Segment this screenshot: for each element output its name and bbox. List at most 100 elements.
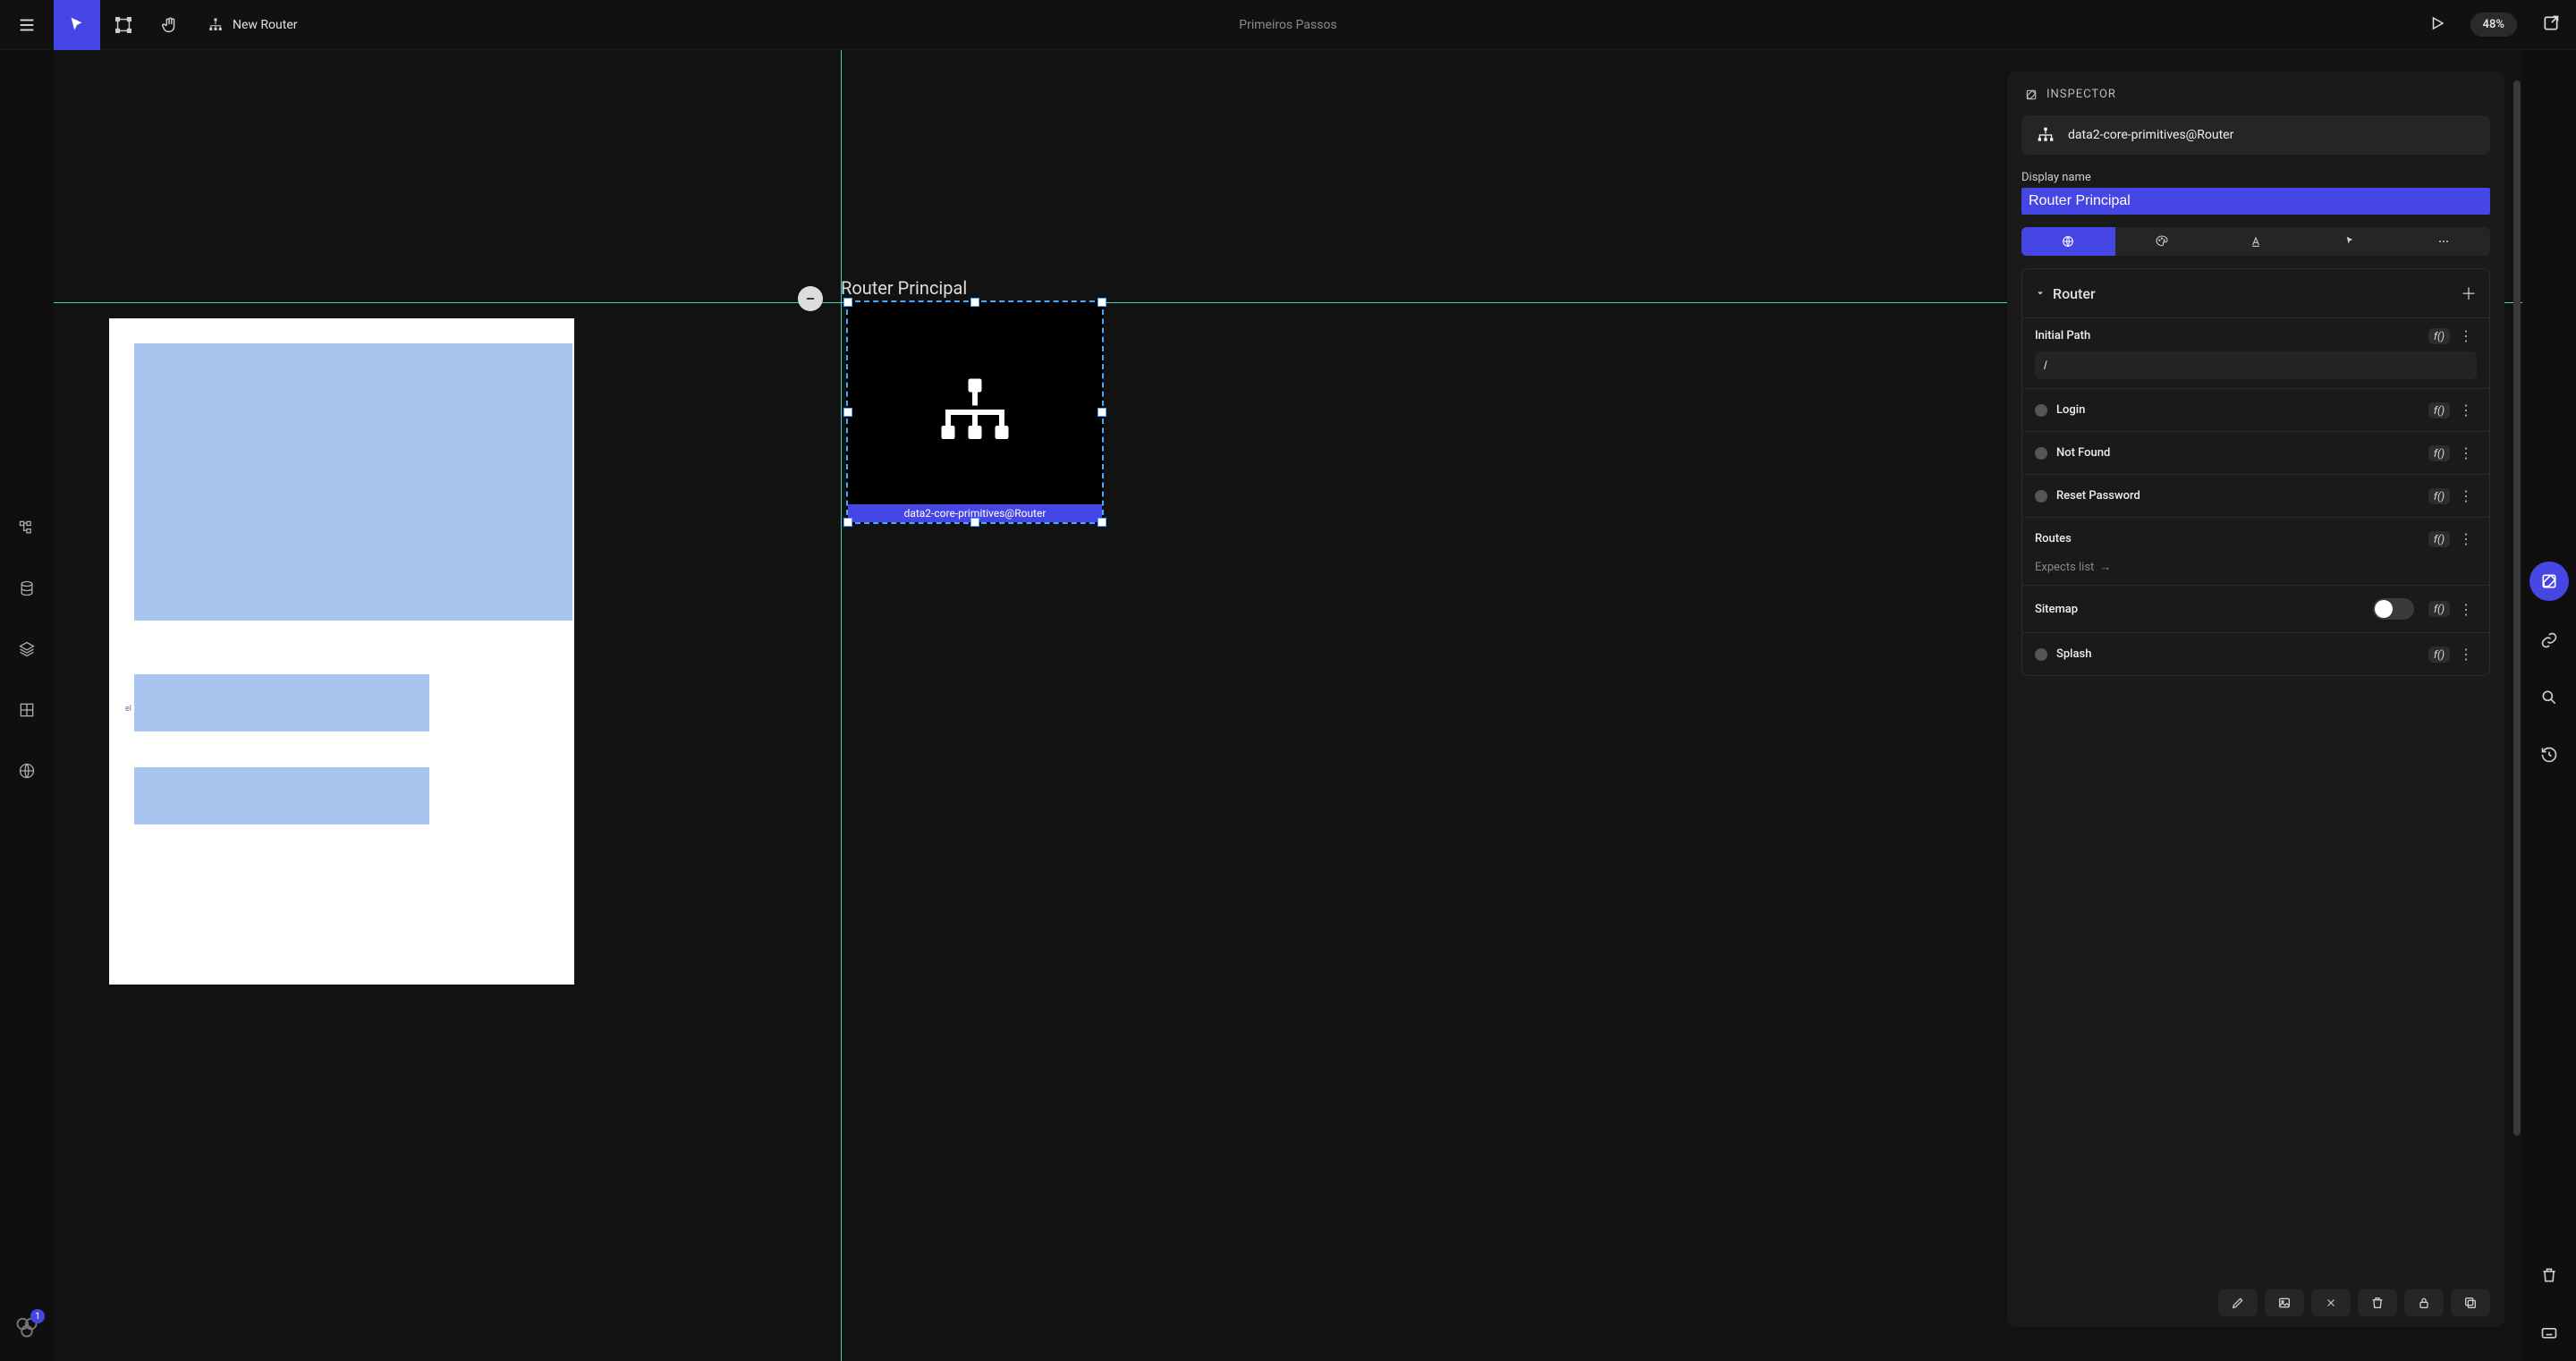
resize-handle[interactable] (970, 298, 979, 307)
initial-path-input[interactable] (2035, 351, 2477, 379)
inspector-panel: INSPECTOR data2-core-primitives@Router D… (2007, 72, 2504, 1327)
thumbnail-label: el (125, 705, 131, 714)
prop-label: Reset Password (2056, 489, 2140, 503)
thumbnail-block (134, 674, 429, 731)
collaborator-count: 1 (30, 1309, 45, 1323)
prop-label: Not Found (2056, 446, 2110, 460)
inspector-title: INSPECTOR (2046, 88, 2116, 101)
prop-not-found[interactable]: Not Found f() ⋮ (2022, 431, 2489, 474)
prop-label: Splash (2056, 647, 2091, 661)
display-name-label: Display name (2021, 171, 2490, 184)
close-button[interactable] (2311, 1289, 2351, 1316)
fx-button[interactable]: f() (2428, 647, 2450, 663)
router-node-body[interactable]: data2-core-primitives@Router (846, 300, 1104, 524)
grid-panel-button[interactable] (9, 692, 45, 728)
page-thumbnail[interactable]: el (109, 318, 574, 985)
resize-handle[interactable] (970, 518, 979, 527)
tree-panel-button[interactable] (9, 510, 45, 545)
status-dot-icon (2035, 447, 2047, 460)
prop-label: Initial Path (2035, 329, 2090, 342)
arrow-right-icon: → (2099, 560, 2111, 574)
image-button[interactable] (2265, 1289, 2304, 1316)
resize-handle[interactable] (1097, 518, 1106, 527)
prop-sitemap[interactable]: Sitemap f() ⋮ (2022, 585, 2489, 632)
scrollbar-thumb[interactable] (2513, 80, 2521, 1136)
collapse-node-button[interactable] (798, 286, 823, 311)
prop-reset-password[interactable]: Reset Password f() ⋮ (2022, 474, 2489, 517)
tab-text[interactable] (2209, 227, 2303, 256)
prop-routes[interactable]: Routes f() ⋮ (2022, 517, 2489, 560)
data-panel-button[interactable] (9, 571, 45, 606)
play-button[interactable] (2429, 15, 2445, 35)
prop-menu-button[interactable]: ⋮ (2455, 646, 2477, 663)
zoom-level[interactable]: 48% (2470, 13, 2517, 37)
new-router-label: New Router (233, 18, 297, 32)
inspector-footer (2021, 1279, 2490, 1316)
add-property-button[interactable]: ＋ (2461, 282, 2477, 305)
resize-handle[interactable] (1097, 298, 1106, 307)
fx-button[interactable]: f() (2428, 488, 2450, 504)
resize-handle[interactable] (843, 408, 852, 417)
edit-button[interactable] (2218, 1289, 2258, 1316)
keyboard-button[interactable] (2531, 1315, 2567, 1350)
component-type-label: data2-core-primitives@Router (2068, 128, 2233, 142)
section-header[interactable]: Router ＋ (2022, 269, 2489, 317)
copy-button[interactable] (2451, 1289, 2490, 1316)
edit-mode-button[interactable] (2529, 562, 2569, 601)
prop-login[interactable]: Login f()⋮ (2022, 388, 2489, 431)
routes-hint-text: Expects list (2035, 561, 2094, 574)
tab-style[interactable] (2115, 227, 2209, 256)
resize-handle[interactable] (1097, 408, 1106, 417)
chevron-down-icon (2035, 288, 2046, 299)
tab-more[interactable] (2396, 227, 2490, 256)
status-dot-icon (2035, 404, 2047, 417)
fx-button[interactable]: f() (2428, 445, 2450, 461)
prop-splash[interactable]: Splash f() ⋮ (2022, 632, 2489, 675)
share-button[interactable] (2542, 14, 2560, 36)
delete-button[interactable] (2358, 1289, 2397, 1316)
lock-button[interactable] (2404, 1289, 2444, 1316)
fx-button[interactable]: f() (2428, 531, 2450, 547)
resize-handle[interactable] (843, 298, 852, 307)
hand-tool[interactable] (147, 0, 193, 50)
display-name-input[interactable] (2021, 188, 2490, 215)
search-button[interactable] (2531, 680, 2567, 715)
component-type-badge[interactable]: data2-core-primitives@Router (2021, 115, 2490, 155)
routes-hint[interactable]: Expects list → (2022, 560, 2489, 585)
thumbnail-block (134, 343, 572, 621)
tab-interactions[interactable] (2302, 227, 2396, 256)
router-node[interactable]: Router Principal data2-core-primitives@R… (846, 300, 1104, 524)
prop-label: Routes (2035, 532, 2072, 545)
history-button[interactable] (2531, 737, 2567, 773)
router-section: Router ＋ Initial Path f() ⋮ Login f()⋮ N… (2021, 268, 2490, 676)
menu-button[interactable] (0, 0, 54, 50)
left-sidebar: 1 (0, 50, 54, 1361)
prop-menu-button[interactable]: ⋮ (2455, 601, 2477, 618)
fx-button[interactable]: f() (2428, 402, 2450, 418)
prop-label: Sitemap (2035, 603, 2078, 616)
prop-menu-button[interactable]: ⋮ (2455, 402, 2477, 418)
resize-handle[interactable] (843, 518, 852, 527)
guide-vertical[interactable] (841, 50, 842, 1361)
sitemap-toggle[interactable] (2373, 598, 2414, 620)
prop-initial-path: Initial Path f() ⋮ (2022, 317, 2489, 388)
select-tool[interactable] (54, 0, 100, 50)
prop-menu-button[interactable]: ⋮ (2455, 487, 2477, 504)
new-router-button[interactable]: New Router (193, 0, 311, 50)
globe-panel-button[interactable] (9, 753, 45, 789)
prop-menu-button[interactable]: ⋮ (2455, 444, 2477, 461)
collaborators-button[interactable]: 1 (14, 1315, 39, 1343)
router-node-title: Router Principal (841, 277, 967, 299)
frame-tool[interactable] (100, 0, 147, 50)
prop-menu-button[interactable]: ⋮ (2455, 530, 2477, 547)
section-title: Router (2053, 285, 2096, 302)
fx-button[interactable]: f() (2428, 601, 2450, 617)
fx-button[interactable]: f() (2428, 328, 2450, 344)
inspector-scrollbar[interactable] (2513, 80, 2521, 1307)
layers-panel-button[interactable] (9, 631, 45, 667)
trash-button[interactable] (2531, 1257, 2567, 1293)
prop-menu-button[interactable]: ⋮ (2455, 327, 2477, 344)
link-button[interactable] (2531, 622, 2567, 658)
thumbnail-block (134, 767, 429, 824)
tab-globe[interactable] (2021, 227, 2115, 256)
